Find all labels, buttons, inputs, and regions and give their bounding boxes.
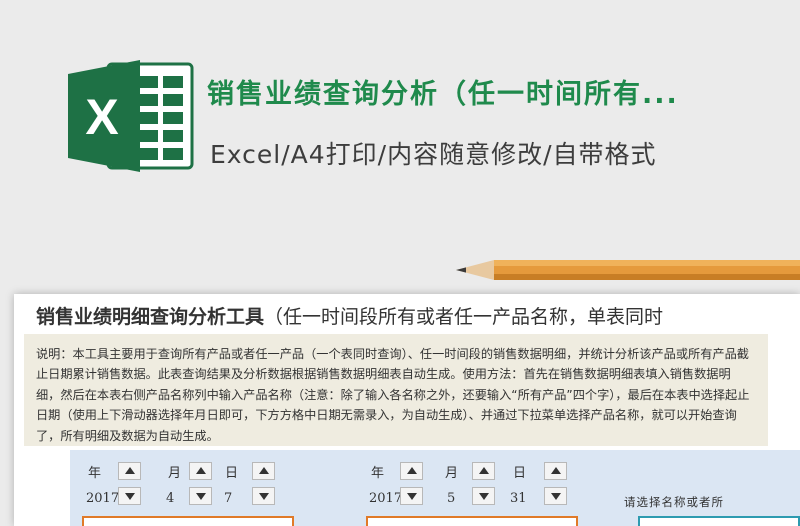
end-year-up-button[interactable] — [400, 462, 423, 480]
excel-logo-icon: X — [68, 60, 194, 172]
start-day-down-button[interactable] — [252, 487, 275, 505]
start-month-label: 月 — [168, 466, 182, 481]
pencil-icon — [456, 260, 800, 280]
product-dropdown[interactable] — [638, 516, 800, 526]
banner-subtitle: Excel/A4打印/内容随意修改/自带格式 — [210, 140, 657, 169]
sheet-title: 销售业绩明细查询分析工具（任一时间段所有或者任一产品名称，单表同时 — [36, 302, 663, 329]
end-month-value: 5 — [447, 491, 456, 506]
sheet-title-main: 销售业绩明细查询分析工具 — [36, 306, 265, 328]
end-day-value: 31 — [510, 491, 527, 506]
instructions-text: 说明：本工具主要用于查询所有产品或者任一产品（一个表同时查询）、任一时间段的销售… — [36, 347, 750, 443]
banner-title: 销售业绩查询分析（任一时间所有... — [207, 79, 679, 110]
start-year-up-button[interactable] — [118, 462, 141, 480]
spreadsheet-preview: 销售业绩明细查询分析工具（任一时间段所有或者任一产品名称，单表同时 说明：本工具… — [14, 294, 800, 526]
end-month-up-button[interactable] — [472, 462, 495, 480]
start-year-value: 2017 — [86, 491, 120, 506]
end-date-cell — [366, 516, 578, 526]
start-date-cell — [82, 516, 294, 526]
start-day-value: 7 — [224, 491, 233, 506]
end-day-down-button[interactable] — [544, 487, 567, 505]
instructions-box: 说明：本工具主要用于查询所有产品或者任一产品（一个表同时查询）、任一时间段的销售… — [24, 334, 768, 446]
end-year-label: 年 — [371, 466, 385, 481]
end-month-down-button[interactable] — [472, 487, 495, 505]
start-year-label: 年 — [88, 466, 102, 481]
svg-text:X: X — [85, 89, 118, 145]
sheet-title-rest: （任一时间段所有或者任一产品名称，单表同时 — [264, 306, 664, 328]
end-year-down-button[interactable] — [400, 487, 423, 505]
start-month-up-button[interactable] — [189, 462, 212, 480]
end-month-label: 月 — [445, 466, 459, 481]
start-year-down-button[interactable] — [118, 487, 141, 505]
start-day-up-button[interactable] — [252, 462, 275, 480]
end-day-label: 日 — [513, 466, 527, 481]
start-month-value: 4 — [166, 491, 175, 506]
start-day-label: 日 — [225, 466, 239, 481]
start-month-down-button[interactable] — [189, 487, 212, 505]
end-day-up-button[interactable] — [544, 462, 567, 480]
product-select-hint: 请选择名称或者所 — [624, 495, 724, 509]
end-year-value: 2017 — [369, 491, 403, 506]
